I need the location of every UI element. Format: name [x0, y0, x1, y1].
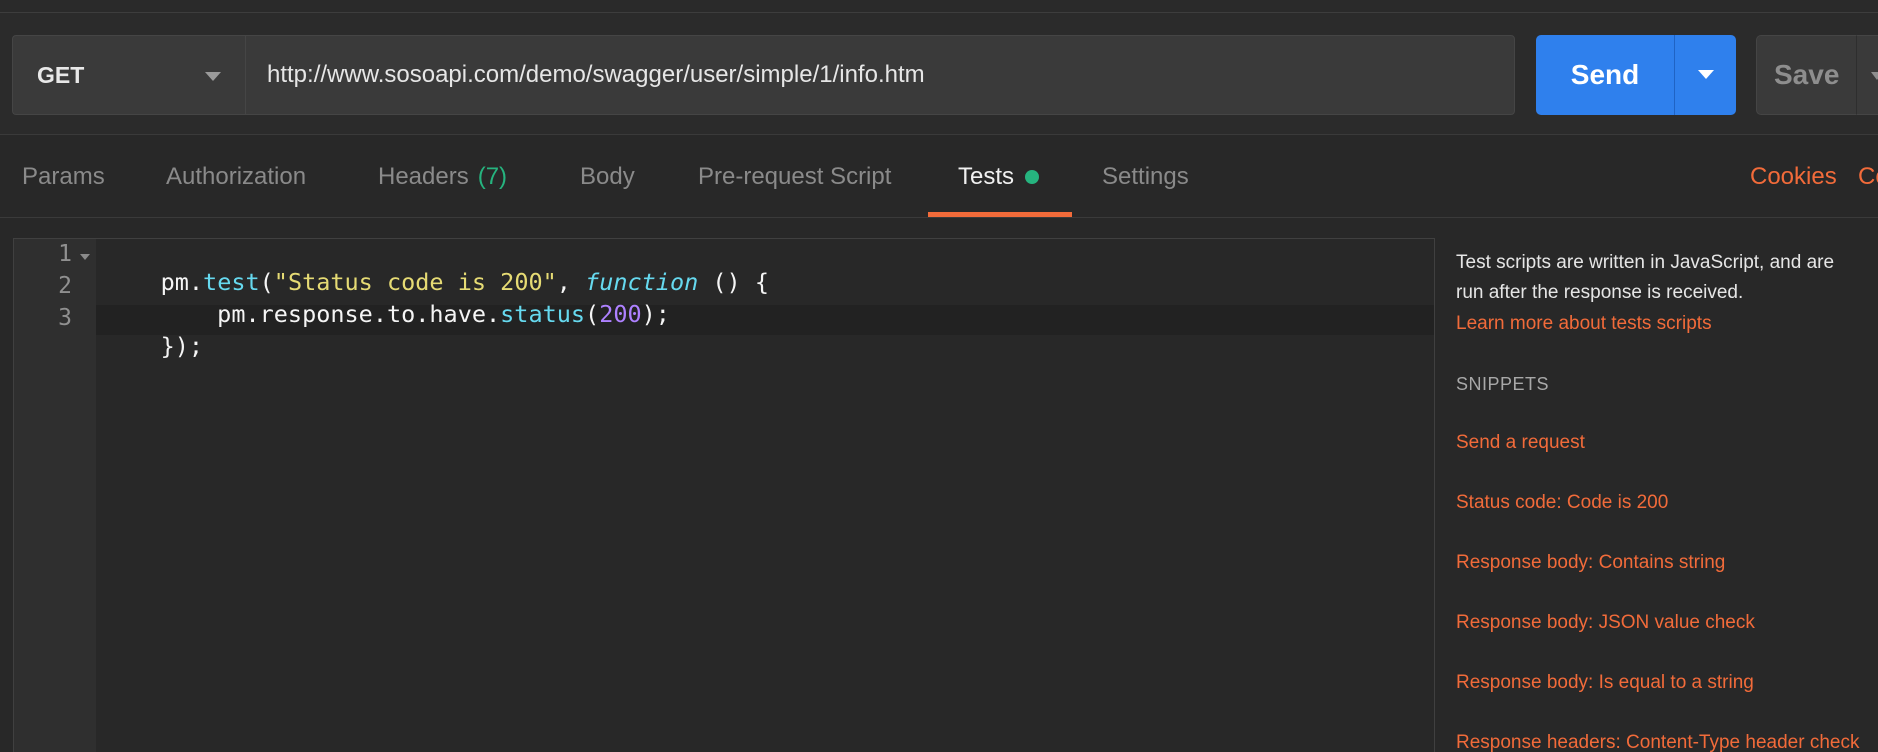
- send-options-button[interactable]: [1674, 35, 1736, 115]
- chevron-down-icon: [1871, 72, 1878, 80]
- status-dot-icon: [1025, 170, 1040, 184]
- method-select[interactable]: GET: [12, 35, 245, 115]
- save-options-button[interactable]: [1856, 35, 1878, 115]
- tab-label: Body: [580, 163, 635, 190]
- chevron-down-icon: [1698, 70, 1714, 79]
- send-button[interactable]: Send: [1536, 35, 1674, 115]
- window-top-strip: [0, 0, 1878, 13]
- code-line: });: [104, 304, 203, 388]
- learn-more-link[interactable]: Learn more about tests scripts: [1456, 313, 1712, 335]
- test-script-editor[interactable]: 1 2 3 pm.test("Status code is 200", func…: [13, 238, 1435, 752]
- tab-params[interactable]: Params: [22, 136, 105, 218]
- line-number: 1: [58, 241, 72, 267]
- help-description: run after the response is received.: [1456, 282, 1744, 303]
- chevron-down-icon: [205, 72, 221, 81]
- snippet-link[interactable]: Status code: Code is 200: [1456, 492, 1668, 514]
- snippets-heading: SNIPPETS: [1456, 374, 1550, 394]
- tab-pre-request-script[interactable]: Pre-request Script: [698, 136, 891, 218]
- code-token: (: [585, 300, 600, 328]
- tab-body[interactable]: Body: [580, 136, 635, 218]
- snippet-link[interactable]: Response body: Contains string: [1456, 552, 1725, 574]
- code-token: status: [500, 300, 586, 328]
- snippet-link[interactable]: Response headers: Content-Type header ch…: [1456, 732, 1859, 752]
- code-token: () {: [698, 268, 769, 296]
- url-input[interactable]: http://www.sosoapi.com/demo/swagger/user…: [245, 35, 1515, 115]
- tab-headers[interactable]: Headers (7): [378, 136, 507, 218]
- fold-arrow-icon[interactable]: [80, 254, 90, 260]
- request-bar: GET http://www.sosoapi.com/demo/swagger/…: [0, 13, 1878, 135]
- tab-label: Settings: [1102, 163, 1189, 190]
- save-button[interactable]: Save: [1756, 35, 1856, 115]
- active-tab-indicator: [928, 212, 1072, 217]
- tab-label: Headers: [378, 163, 469, 190]
- request-tabs: Params Authorization Headers (7) Body Pr…: [0, 136, 1878, 218]
- snippet-link[interactable]: Response body: JSON value check: [1456, 612, 1755, 634]
- code-link[interactable]: Co: [1858, 136, 1878, 218]
- snippet-link[interactable]: Response body: Is equal to a string: [1456, 672, 1754, 694]
- tab-label: Tests: [958, 163, 1015, 190]
- line-number: 3: [58, 305, 72, 331]
- tab-label: Authorization: [166, 163, 307, 190]
- editor-gutter: 1 2 3: [14, 239, 96, 752]
- tab-settings[interactable]: Settings: [1102, 136, 1189, 218]
- tab-authorization[interactable]: Authorization: [166, 136, 306, 218]
- code-token: pm.response.to.have.: [160, 300, 501, 328]
- cookies-link[interactable]: Cookies: [1750, 136, 1837, 218]
- code-token: );: [641, 300, 670, 328]
- tab-tests[interactable]: Tests: [958, 136, 1040, 218]
- code-token: 200: [599, 300, 642, 328]
- snippet-link[interactable]: Send a request: [1456, 432, 1585, 454]
- code-token: });: [160, 332, 204, 360]
- method-label: GET: [37, 61, 85, 88]
- tab-label: Pre-request Script: [698, 163, 892, 190]
- tests-help-panel: Test scripts are written in JavaScript, …: [1456, 238, 1878, 752]
- tab-label: Params: [22, 163, 105, 190]
- line-number: 2: [58, 273, 72, 299]
- help-description: Test scripts are written in JavaScript, …: [1456, 252, 1835, 273]
- headers-count-badge: (7): [477, 163, 508, 190]
